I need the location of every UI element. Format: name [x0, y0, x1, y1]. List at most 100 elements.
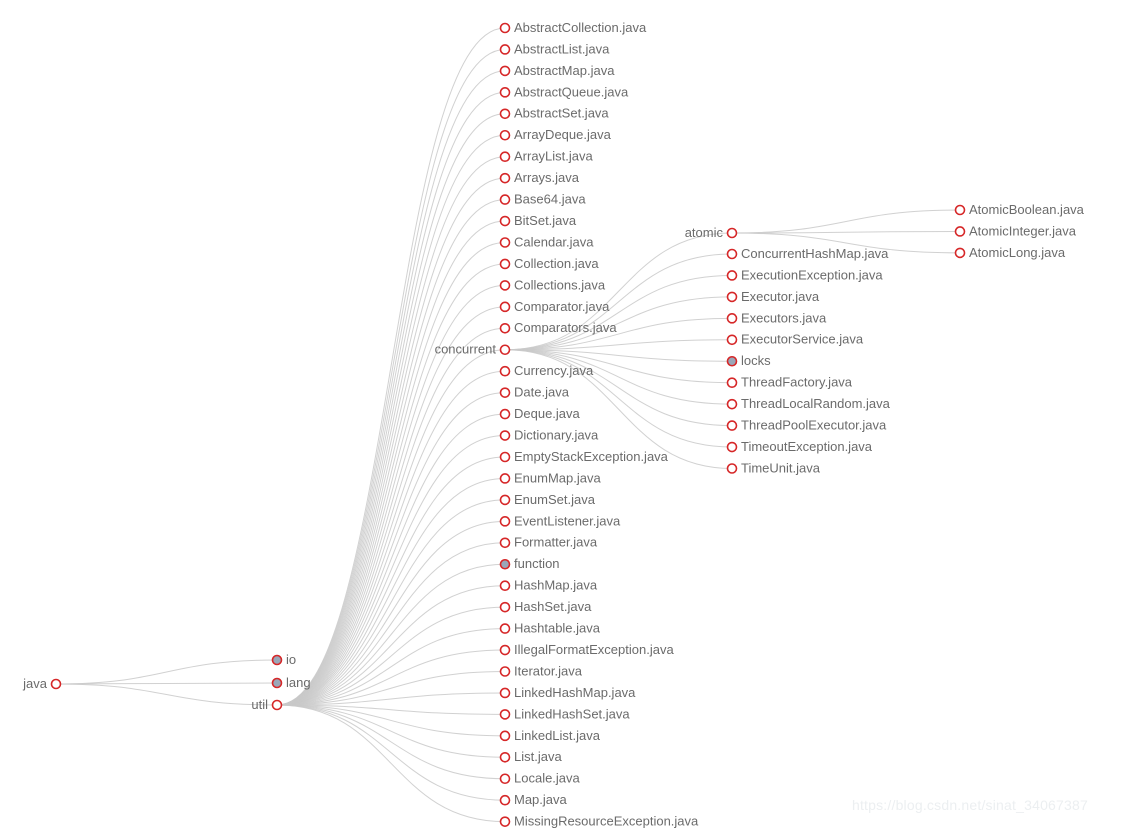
- node-toggle-expanded-icon[interactable]: [499, 494, 511, 506]
- node-toggle-expanded-icon[interactable]: [499, 387, 511, 398]
- node-toggle-expanded-icon[interactable]: [499, 580, 511, 592]
- node-toggle-expanded-icon[interactable]: [499, 816, 511, 827]
- node-toggle-expanded-icon[interactable]: [726, 313, 738, 324]
- tree-node-arraydeque-java[interactable]: ArrayDeque.java: [499, 127, 612, 142]
- node-toggle-expanded-icon[interactable]: [499, 473, 511, 484]
- tree-node-atomicboolean-java[interactable]: AtomicBoolean.java: [954, 202, 1085, 217]
- tree-node-deque-java[interactable]: Deque.java: [499, 406, 581, 421]
- tree-node-abstractmap-java[interactable]: AbstractMap.java: [499, 63, 616, 78]
- tree-node-executor-java[interactable]: Executor.java: [726, 289, 820, 304]
- tree-node-atomiclong-java[interactable]: AtomicLong.java: [954, 245, 1066, 260]
- node-toggle-expanded-icon[interactable]: [954, 204, 966, 216]
- tree-node-atomic[interactable]: atomic: [685, 225, 738, 240]
- node-toggle-expanded-icon[interactable]: [499, 687, 511, 699]
- tree-node-executorservice-java[interactable]: ExecutorService.java: [726, 332, 864, 347]
- node-toggle-expanded-icon[interactable]: [726, 248, 738, 260]
- tree-node-concurrent[interactable]: concurrent: [435, 342, 511, 357]
- tree-node-calendar-java[interactable]: Calendar.java: [499, 234, 595, 249]
- tree-node-threadlocalrandom-java[interactable]: ThreadLocalRandom.java: [726, 396, 891, 411]
- tree-node-timeunit-java[interactable]: TimeUnit.java: [726, 460, 821, 475]
- tree-node-comparator-java[interactable]: Comparator.java: [499, 299, 611, 314]
- tree-node-illegalformatexception-java[interactable]: IllegalFormatException.java: [499, 642, 675, 657]
- node-toggle-expanded-icon[interactable]: [726, 441, 738, 453]
- tree-node-collections-java[interactable]: Collections.java: [499, 277, 606, 292]
- node-toggle-expanded-icon[interactable]: [499, 108, 511, 120]
- tree-node-executionexception-java[interactable]: ExecutionException.java: [726, 267, 884, 282]
- node-toggle-expanded-icon[interactable]: [499, 537, 511, 549]
- tree-node-linkedhashmap-java[interactable]: LinkedHashMap.java: [499, 685, 637, 700]
- tree-node-linkedlist-java[interactable]: LinkedList.java: [499, 728, 601, 743]
- tree-node-date-java[interactable]: Date.java: [499, 385, 570, 400]
- tree-node-threadfactory-java[interactable]: ThreadFactory.java: [726, 375, 853, 390]
- tree-node-emptystackexception-java[interactable]: EmptyStackException.java: [499, 449, 669, 464]
- tree-node-collection-java[interactable]: Collection.java: [499, 256, 600, 271]
- tree-node-bitset-java[interactable]: BitSet.java: [499, 213, 577, 228]
- tree-node-enumset-java[interactable]: EnumSet.java: [499, 492, 596, 507]
- tree-node-abstractqueue-java[interactable]: AbstractQueue.java: [499, 84, 629, 99]
- tree-node-list-java[interactable]: List.java: [499, 749, 563, 764]
- node-toggle-expanded-icon[interactable]: [499, 87, 511, 98]
- node-toggle-expanded-icon[interactable]: [499, 794, 511, 806]
- node-toggle-expanded-icon[interactable]: [499, 365, 511, 377]
- node-toggle-expanded-icon[interactable]: [499, 601, 511, 613]
- tree-node-missingresourceexception-java[interactable]: MissingResourceException.java: [499, 814, 700, 829]
- node-toggle-expanded-icon[interactable]: [499, 280, 511, 291]
- tree-node-base64-java[interactable]: Base64.java: [499, 192, 587, 207]
- node-toggle-expanded-icon[interactable]: [271, 699, 283, 711]
- node-toggle-expanded-icon[interactable]: [499, 623, 511, 634]
- tree-node-abstractcollection-java[interactable]: AbstractCollection.java: [499, 20, 647, 35]
- node-toggle-collapsed-icon[interactable]: [271, 654, 283, 666]
- tree-node-eventlistener-java[interactable]: EventListener.java: [499, 513, 622, 528]
- tree-node-linkedhashset-java[interactable]: LinkedHashSet.java: [499, 706, 631, 721]
- node-toggle-expanded-icon[interactable]: [499, 237, 511, 248]
- tree-node-java[interactable]: java: [22, 676, 62, 691]
- node-toggle-expanded-icon[interactable]: [499, 773, 511, 785]
- node-toggle-expanded-icon[interactable]: [499, 65, 511, 77]
- node-toggle-expanded-icon[interactable]: [499, 22, 511, 34]
- node-toggle-expanded-icon[interactable]: [726, 398, 738, 410]
- node-toggle-expanded-icon[interactable]: [499, 194, 511, 205]
- node-toggle-expanded-icon[interactable]: [499, 644, 511, 656]
- node-toggle-expanded-icon[interactable]: [499, 172, 511, 184]
- node-toggle-expanded-icon[interactable]: [499, 215, 511, 227]
- node-toggle-expanded-icon[interactable]: [499, 730, 511, 742]
- tree-node-concurrenthashmap-java[interactable]: ConcurrentHashMap.java: [726, 246, 890, 261]
- tree-node-map-java[interactable]: Map.java: [499, 792, 568, 807]
- node-toggle-expanded-icon[interactable]: [499, 301, 511, 313]
- node-toggle-expanded-icon[interactable]: [499, 430, 511, 441]
- tree-node-dictionary-java[interactable]: Dictionary.java: [499, 427, 600, 442]
- node-toggle-expanded-icon[interactable]: [726, 334, 738, 346]
- tree-node-executors-java[interactable]: Executors.java: [726, 310, 828, 325]
- node-toggle-expanded-icon[interactable]: [499, 451, 511, 463]
- tree-node-threadpoolexecutor-java[interactable]: ThreadPoolExecutor.java: [726, 418, 888, 433]
- tree-node-arrays-java[interactable]: Arrays.java: [499, 170, 580, 185]
- tree-node-abstractlist-java[interactable]: AbstractList.java: [499, 41, 611, 56]
- tree-node-abstractset-java[interactable]: AbstractSet.java: [499, 106, 610, 121]
- node-toggle-expanded-icon[interactable]: [499, 516, 511, 527]
- node-toggle-expanded-icon[interactable]: [499, 129, 511, 141]
- node-toggle-expanded-icon[interactable]: [726, 291, 738, 303]
- tree-node-arraylist-java[interactable]: ArrayList.java: [499, 149, 594, 164]
- node-toggle-expanded-icon[interactable]: [499, 322, 511, 334]
- node-toggle-expanded-icon[interactable]: [954, 226, 966, 237]
- node-toggle-collapsed-icon[interactable]: [499, 558, 511, 570]
- tree-node-util[interactable]: util: [251, 697, 283, 712]
- node-toggle-collapsed-icon[interactable]: [271, 677, 283, 689]
- tree-node-lang[interactable]: lang: [271, 675, 311, 690]
- node-toggle-expanded-icon[interactable]: [499, 258, 511, 270]
- node-toggle-expanded-icon[interactable]: [726, 377, 738, 389]
- tree-node-locks[interactable]: locks: [726, 353, 772, 368]
- tree-node-currency-java[interactable]: Currency.java: [499, 363, 595, 378]
- tree-node-function[interactable]: function: [499, 556, 560, 571]
- tree-node-hashset-java[interactable]: HashSet.java: [499, 599, 593, 614]
- node-toggle-expanded-icon[interactable]: [499, 751, 511, 763]
- node-toggle-expanded-icon[interactable]: [726, 227, 738, 239]
- node-toggle-expanded-icon[interactable]: [954, 247, 966, 259]
- node-toggle-expanded-icon[interactable]: [499, 709, 511, 720]
- tree-node-iterator-java[interactable]: Iterator.java: [499, 663, 583, 678]
- node-toggle-expanded-icon[interactable]: [50, 678, 62, 690]
- node-toggle-expanded-icon[interactable]: [499, 151, 511, 162]
- node-toggle-expanded-icon[interactable]: [726, 270, 738, 281]
- tree-node-atomicinteger-java[interactable]: AtomicInteger.java: [954, 223, 1077, 238]
- tree-node-enummap-java[interactable]: EnumMap.java: [499, 470, 602, 485]
